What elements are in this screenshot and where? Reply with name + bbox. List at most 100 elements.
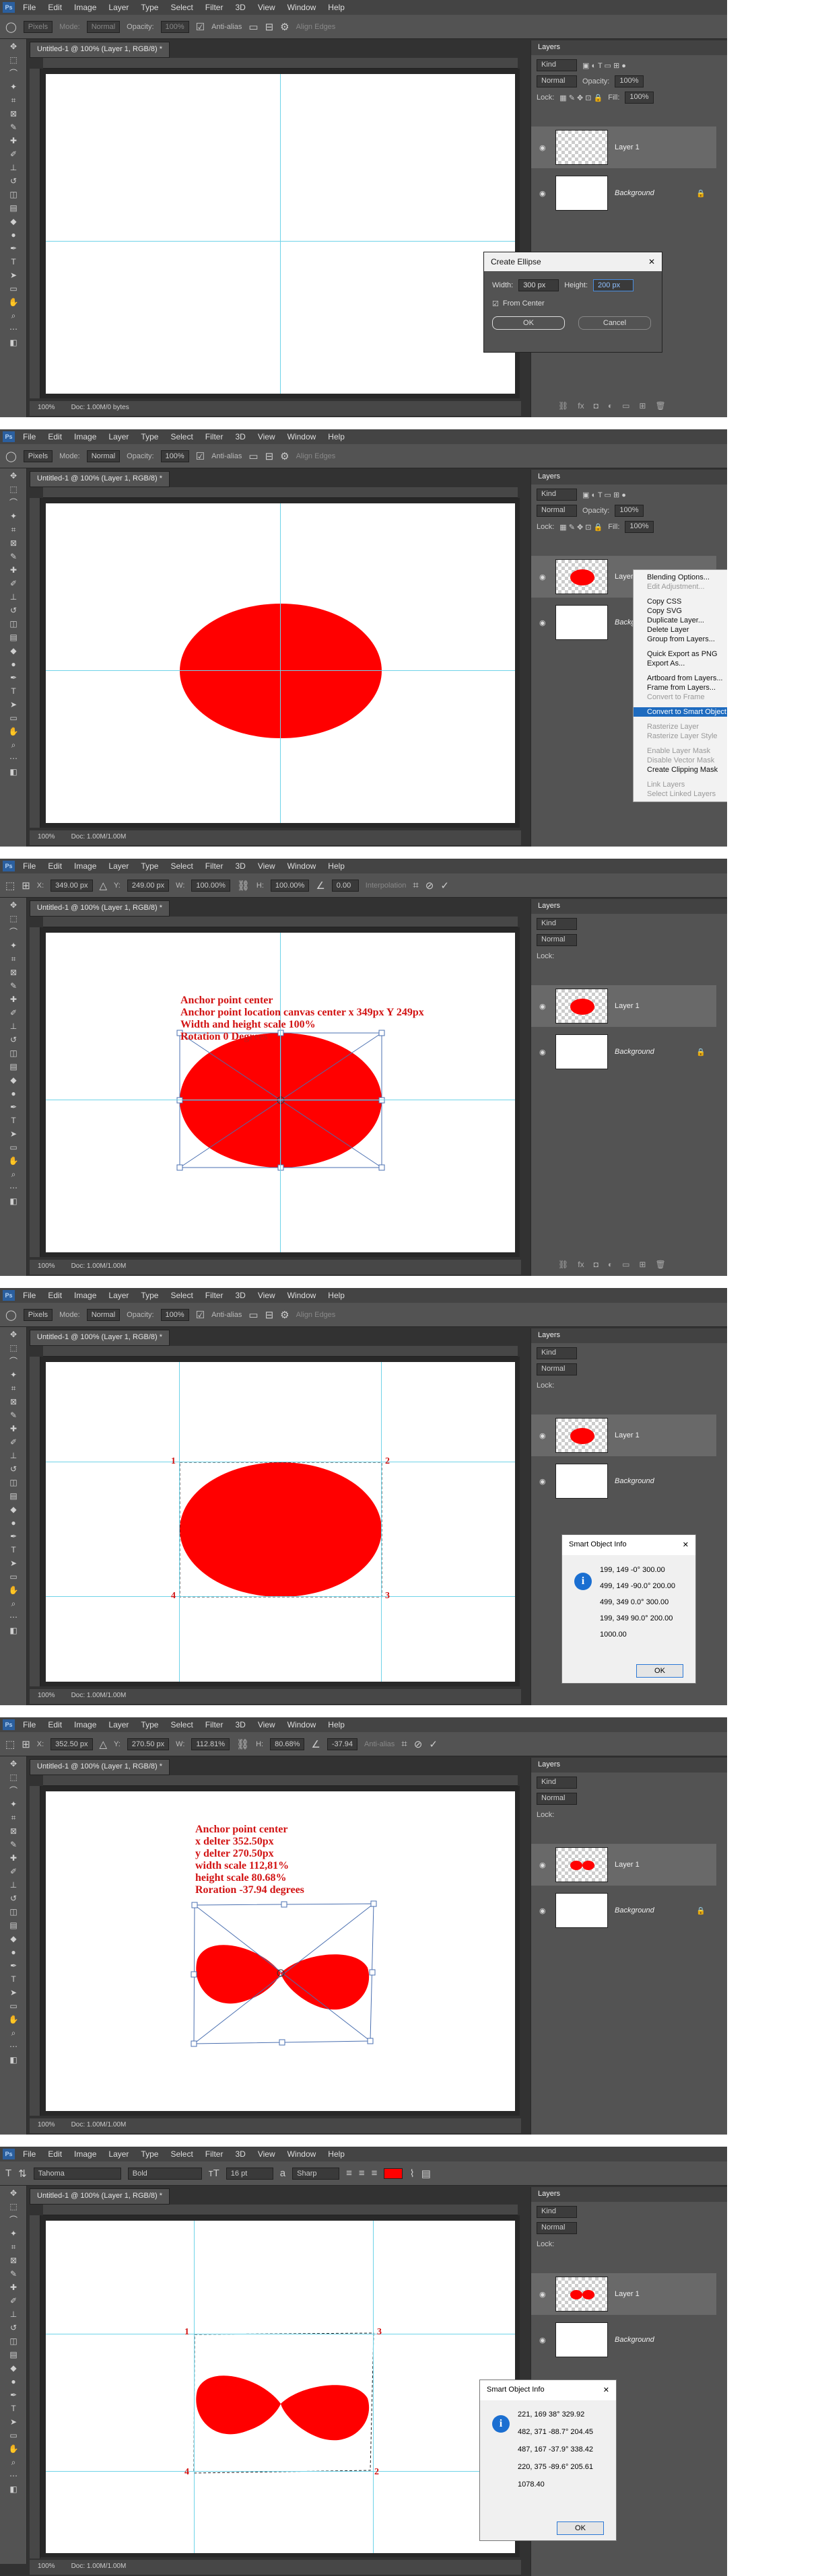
ellipse-tool-icon[interactable]: ◯ bbox=[5, 21, 17, 33]
document-tab[interactable]: Untitled-1 @ 100% (Layer 1, RGB/8) * bbox=[30, 42, 170, 58]
crop-tool-icon[interactable]: ⌗ bbox=[5, 1382, 22, 1394]
transform-icon[interactable]: ⬚ bbox=[5, 1738, 15, 1750]
y-field[interactable]: 270.50 px bbox=[127, 1738, 170, 1750]
pixels-select[interactable]: Pixels bbox=[23, 20, 53, 33]
menu-type[interactable]: Type bbox=[141, 861, 158, 871]
link-icon[interactable]: ⛓ bbox=[558, 1260, 568, 1269]
hand-tool-icon[interactable]: ✋ bbox=[5, 296, 22, 308]
eyedropper-icon[interactable]: ✎ bbox=[5, 121, 22, 133]
path-select-icon[interactable]: ➤ bbox=[5, 1987, 22, 1999]
filter-kind-select[interactable]: Kind bbox=[537, 2206, 577, 2218]
stamp-tool-icon[interactable]: ⊥ bbox=[5, 1450, 22, 1462]
menu-window[interactable]: Window bbox=[287, 861, 316, 871]
marquee-tool-icon[interactable]: ⬚ bbox=[5, 913, 22, 925]
fill-field[interactable]: 100% bbox=[625, 92, 654, 104]
eye-icon[interactable]: ◉ bbox=[539, 2336, 549, 2345]
ok-button[interactable]: OK bbox=[636, 1664, 683, 1678]
menu-edit[interactable]: Edit bbox=[48, 861, 62, 871]
zoom-tool-icon[interactable]: ⌕ bbox=[5, 1168, 22, 1180]
new-layer-icon[interactable]: ⊞ bbox=[639, 1260, 646, 1269]
layers-tab[interactable]: Layers bbox=[531, 470, 727, 485]
eye-icon[interactable]: ◉ bbox=[539, 1002, 549, 1011]
brush-tool-icon[interactable]: ✐ bbox=[5, 577, 22, 589]
menu-select[interactable]: Select bbox=[170, 1720, 193, 1729]
more-tools-icon[interactable]: ⋯ bbox=[5, 2470, 22, 2482]
document-canvas[interactable]: Anchor point center x delter 352.50px y … bbox=[46, 1791, 515, 2111]
healing-icon[interactable]: ✚ bbox=[5, 2281, 22, 2293]
pen-tool-icon[interactable]: ✒ bbox=[5, 242, 22, 254]
blend-mode-select[interactable]: Normal bbox=[537, 2222, 577, 2234]
antialias-select[interactable]: Sharp bbox=[292, 2167, 340, 2180]
magic-wand-icon[interactable]: ✦ bbox=[5, 510, 22, 522]
magic-wand-icon[interactable]: ✦ bbox=[5, 1798, 22, 1810]
menu-help[interactable]: Help bbox=[328, 2149, 345, 2159]
frame-tool-icon[interactable]: ⊠ bbox=[5, 108, 22, 120]
lasso-tool-icon[interactable]: ⌒ bbox=[5, 497, 22, 509]
blur-tool-icon[interactable]: ◆ bbox=[5, 645, 22, 657]
history-brush-icon[interactable]: ↺ bbox=[5, 1463, 22, 1475]
zoom-tool-icon[interactable]: ⌕ bbox=[5, 739, 22, 751]
menu-view[interactable]: View bbox=[258, 1291, 275, 1300]
menu-view[interactable]: View bbox=[258, 2149, 275, 2159]
eye-icon[interactable]: ◉ bbox=[539, 1477, 549, 1486]
align-edges-label[interactable]: Align Edges bbox=[296, 452, 336, 460]
menu-edit[interactable]: Edit bbox=[48, 2149, 62, 2159]
menu-layer[interactable]: Layer bbox=[108, 432, 129, 441]
type-tool-icon[interactable]: T bbox=[5, 2168, 11, 2179]
menu-image[interactable]: Image bbox=[74, 2149, 96, 2159]
pen-tool-icon[interactable]: ✒ bbox=[5, 1101, 22, 1113]
hand-tool-icon[interactable]: ✋ bbox=[5, 1584, 22, 1596]
menu-select[interactable]: Select bbox=[170, 2149, 193, 2159]
angle-field[interactable]: 0.00 bbox=[331, 879, 359, 892]
blend-mode-select[interactable]: Normal bbox=[537, 505, 577, 517]
menu-type[interactable]: Type bbox=[141, 1291, 158, 1300]
zoom-level[interactable]: 100% bbox=[38, 404, 55, 413]
menu-3d[interactable]: 3D bbox=[235, 1720, 245, 1729]
menu-3d[interactable]: 3D bbox=[235, 432, 245, 441]
checkbox-icon[interactable]: ☑ bbox=[196, 450, 205, 462]
move-tool-icon[interactable]: ✥ bbox=[5, 1328, 22, 1340]
pen-tool-icon[interactable]: ✒ bbox=[5, 2389, 22, 2401]
menu-3d[interactable]: 3D bbox=[235, 2149, 245, 2159]
delta-icon[interactable]: △ bbox=[100, 1738, 108, 1750]
gradient-tool-icon[interactable]: ▤ bbox=[5, 631, 22, 643]
opacity-field[interactable]: 100% bbox=[160, 1308, 189, 1321]
lock-icons[interactable]: ▦ ✎ ✥ ⊡ 🔒 bbox=[559, 523, 603, 532]
cancel-button[interactable]: Cancel bbox=[578, 316, 651, 330]
zoom-level[interactable]: 100% bbox=[38, 2121, 55, 2131]
menu-file[interactable]: File bbox=[23, 1291, 36, 1300]
adjustment-icon[interactable]: ◐ bbox=[608, 1260, 613, 1269]
path-ops-icon[interactable]: ▭ bbox=[248, 450, 258, 462]
healing-icon[interactable]: ✚ bbox=[5, 1852, 22, 1864]
antialias-label[interactable]: Anti-alias bbox=[211, 1311, 242, 1319]
commit-icon[interactable]: ✓ bbox=[429, 1738, 438, 1750]
link-icon[interactable]: ⛓ bbox=[237, 880, 250, 892]
align-edges-label[interactable]: Align Edges bbox=[296, 23, 336, 31]
healing-icon[interactable]: ✚ bbox=[5, 564, 22, 576]
filter-icons[interactable]: ▣ ◐ T ▭ ⊞ ● bbox=[582, 61, 626, 70]
close-icon[interactable]: ✕ bbox=[603, 2386, 609, 2395]
eye-icon[interactable]: ◉ bbox=[539, 1861, 549, 1869]
filter-kind-select[interactable]: Kind bbox=[537, 489, 577, 501]
link-icon[interactable]: ⛓ bbox=[558, 401, 568, 410]
shape-tool-icon[interactable]: ▭ bbox=[5, 283, 22, 295]
filter-kind-select[interactable]: Kind bbox=[537, 1347, 577, 1359]
delta-icon[interactable]: △ bbox=[100, 880, 108, 892]
eye-icon[interactable]: ◉ bbox=[539, 618, 549, 627]
gradient-tool-icon[interactable]: ▤ bbox=[5, 1919, 22, 1931]
align-left-icon[interactable]: ≡ bbox=[346, 2168, 352, 2179]
layer-row-background[interactable]: ◉ Background bbox=[531, 1460, 716, 1502]
angle-field[interactable]: -37.94 bbox=[327, 1738, 358, 1750]
document-canvas[interactable]: Anchor point center Anchor point locatio… bbox=[46, 933, 515, 1252]
folder-icon[interactable]: ▭ bbox=[622, 1260, 629, 1269]
character-panel-icon[interactable]: ▤ bbox=[421, 2168, 431, 2180]
layer-row-layer1[interactable]: ◉ Layer 1 bbox=[531, 127, 716, 168]
eye-icon[interactable]: ◉ bbox=[539, 1431, 549, 1440]
move-tool-icon[interactable]: ✥ bbox=[5, 2187, 22, 2199]
menu-layer[interactable]: Layer bbox=[108, 2149, 129, 2159]
marquee-tool-icon[interactable]: ⬚ bbox=[5, 2201, 22, 2213]
font-style-select[interactable]: Bold bbox=[127, 2167, 202, 2180]
menu-filter[interactable]: Filter bbox=[205, 1720, 224, 1729]
color-swatch-icon[interactable]: ◧ bbox=[5, 336, 22, 349]
lasso-tool-icon[interactable]: ⌒ bbox=[5, 67, 22, 79]
